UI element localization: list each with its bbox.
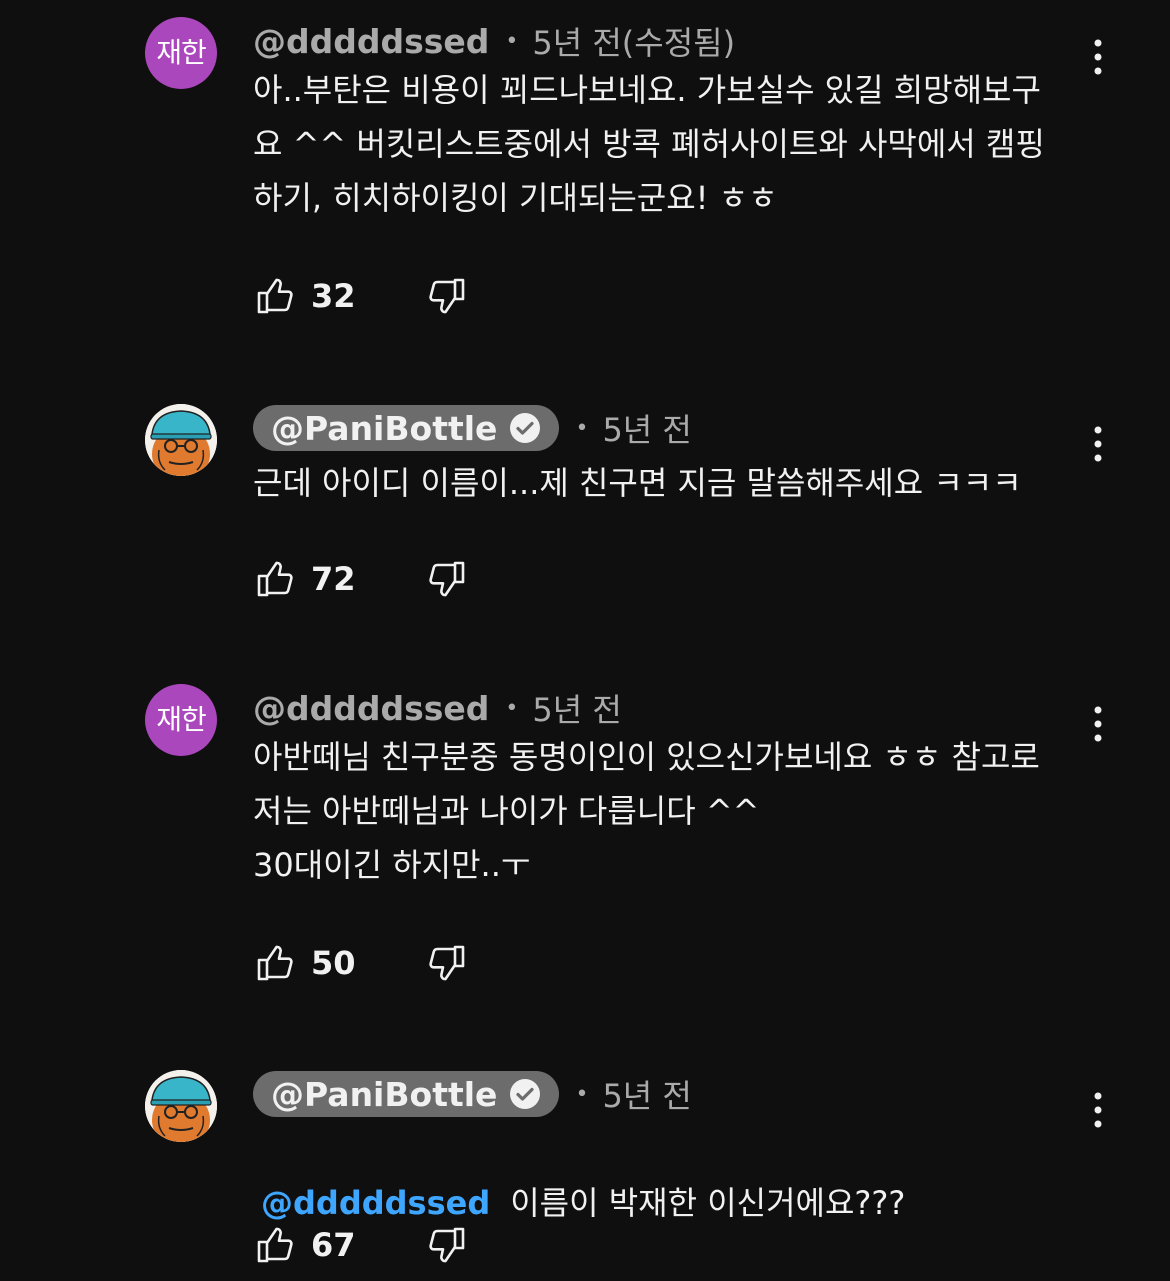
separator-dot: • [575, 415, 589, 441]
avatar[interactable]: 재한 [145, 17, 217, 89]
author-name[interactable]: @dddddssed [253, 22, 489, 61]
author-name-text: @PaniBottle [271, 408, 498, 448]
comment-header: @dddddssed • 5년 전 [253, 684, 622, 732]
like-count: 32 [311, 277, 356, 315]
comment-text: 근데 아이디 이름이...제 친구면 지금 말씀해주세요 ㅋㅋㅋ [253, 464, 1022, 502]
separator-dot: • [575, 1081, 589, 1107]
thumbs-down-icon[interactable] [425, 557, 469, 601]
author-name[interactable]: @PaniBottle [253, 1071, 560, 1117]
comment-time[interactable]: 5년 전 [532, 685, 621, 731]
comment-header: @dddddssed • 5년 전(수정됨) [253, 17, 735, 65]
separator-dot: • [505, 28, 519, 54]
thumbs-up-icon[interactable] [253, 557, 297, 601]
thumbs-down-icon[interactable] [425, 1223, 469, 1267]
avatar[interactable] [145, 1070, 217, 1142]
comment-actions: 67 [253, 1222, 469, 1268]
thumbs-down-icon[interactable] [425, 274, 469, 318]
comment-text: 아반떼님 친구분중 동명이인이 있으신가보네요 ㅎㅎ 참고로 저는 아반떼님과 … [253, 738, 1040, 884]
separator-dot: • [505, 695, 519, 721]
comment-text: @dddddssed 이름이 박재한 이신거에요??? [253, 1122, 1093, 1230]
thumbs-up-icon[interactable] [253, 274, 297, 318]
avatar[interactable]: 재한 [145, 684, 217, 756]
comment-time[interactable]: 5년 전(수정됨) [532, 18, 735, 64]
verified-check-icon [509, 412, 541, 444]
comment-actions: 32 [253, 273, 469, 319]
verified-check-icon [509, 1078, 541, 1110]
comment-time[interactable]: 5년 전 [602, 1071, 691, 1117]
comment-actions: 50 [253, 940, 469, 986]
comment-text-content: 이름이 박재한 이신거에요??? [510, 1184, 906, 1222]
like-count: 67 [311, 1226, 356, 1264]
comment-header: @PaniBottle • 5년 전 [253, 404, 692, 452]
author-name[interactable]: @dddddssed [253, 689, 489, 728]
mention-link[interactable]: @dddddssed [261, 1184, 490, 1222]
author-name-text: @PaniBottle [271, 1074, 498, 1114]
author-name[interactable]: @PaniBottle [253, 405, 560, 451]
thumbs-up-icon[interactable] [253, 1223, 297, 1267]
comment-text: 아..부탄은 비용이 꾀드나보네요. 가보실수 있길 희망해보구 요 ^^ 버킷… [253, 71, 1045, 217]
like-count: 72 [311, 560, 356, 598]
thumbs-down-icon[interactable] [425, 941, 469, 985]
comment-time[interactable]: 5년 전 [602, 405, 691, 451]
avatar[interactable] [145, 404, 217, 476]
comment-header: @PaniBottle • 5년 전 [253, 1070, 692, 1118]
like-count: 50 [311, 944, 356, 982]
comment-actions: 72 [253, 556, 469, 602]
thumbs-up-icon[interactable] [253, 941, 297, 985]
